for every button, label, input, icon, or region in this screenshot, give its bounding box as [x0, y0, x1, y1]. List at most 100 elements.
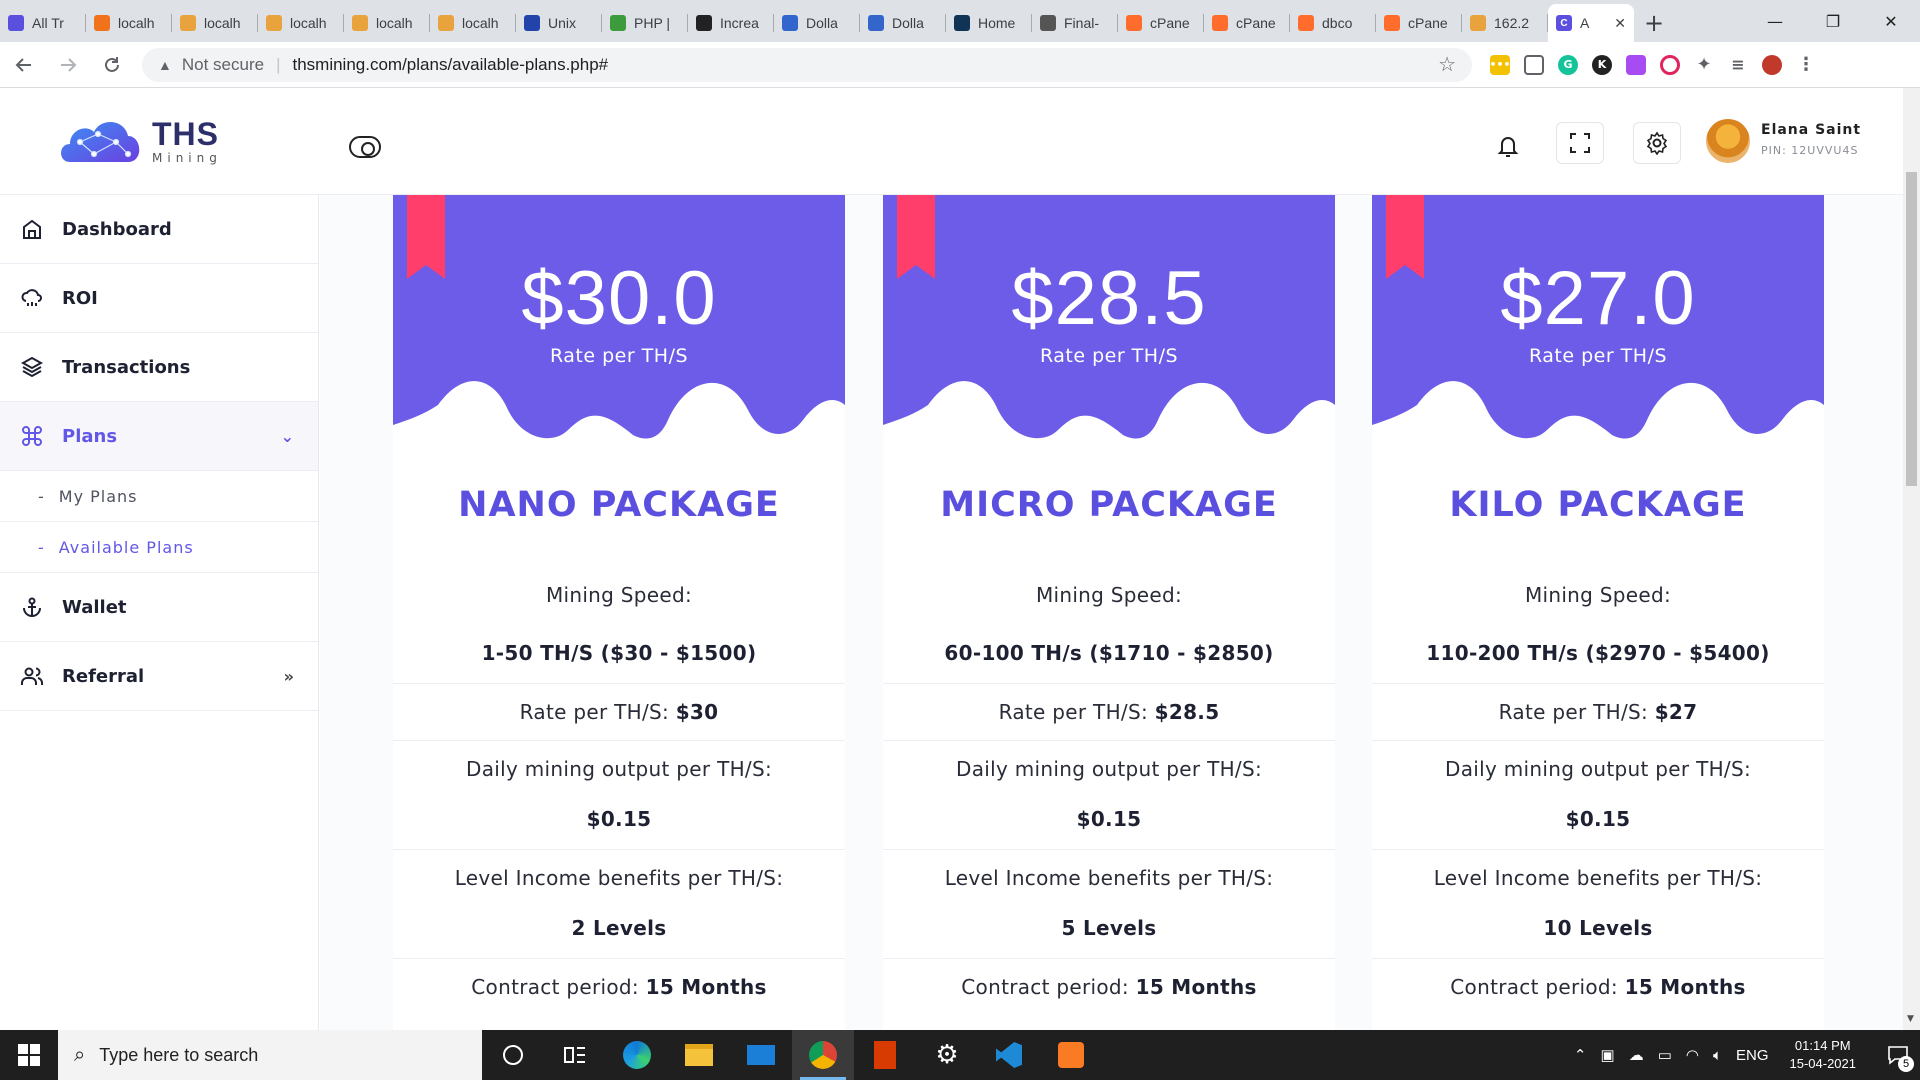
tab-favicon [782, 15, 798, 31]
forward-button[interactable] [48, 45, 88, 85]
feature-value: $0.15 [1565, 807, 1631, 831]
feature-value: 15 Months [645, 975, 767, 999]
scroll-down-arrow-icon[interactable]: ▼ [1907, 1014, 1914, 1024]
wave-decoration [883, 381, 1335, 455]
tab-favicon [266, 15, 282, 31]
extension-k-icon[interactable]: K [1592, 54, 1612, 75]
close-window-button[interactable]: ✕ [1862, 0, 1920, 42]
cortana-icon[interactable] [482, 1030, 544, 1080]
notification-bell-icon[interactable] [1490, 128, 1526, 164]
profile-avatar[interactable] [1762, 54, 1782, 75]
browser-tab[interactable]: Final- [1032, 4, 1118, 42]
sidebar-subitem-available-plans[interactable]: - Available Plans [0, 522, 318, 573]
edge-icon[interactable] [606, 1030, 668, 1080]
device-icon[interactable]: ▣ [1601, 1046, 1615, 1064]
browser-tab[interactable]: localh [344, 4, 430, 42]
sidebar-item-plans[interactable]: Plans ⌄ [0, 402, 318, 471]
sidebar-subitem-label: My Plans [58, 486, 138, 506]
task-view-icon[interactable] [544, 1030, 606, 1080]
extension-purple-icon[interactable] [1626, 54, 1646, 75]
reload-button[interactable] [92, 45, 132, 85]
browser-tab[interactable]: Home [946, 4, 1032, 42]
tab-label: localh [204, 15, 241, 31]
scrollbar-thumb[interactable] [1906, 172, 1917, 486]
reading-list-icon[interactable]: ≡ [1728, 55, 1748, 75]
chrome-icon[interactable] [792, 1030, 854, 1080]
back-button[interactable] [4, 45, 44, 85]
taskbar-search[interactable]: ⌕ Type here to search [58, 1030, 482, 1080]
notification-center-button[interactable]: 5 [1876, 1030, 1920, 1080]
tab-label: cPane [1236, 15, 1276, 31]
sidebar-item-dashboard[interactable]: Dashboard [0, 195, 318, 264]
browser-tab[interactable]: dbco [1290, 4, 1376, 42]
browser-tab[interactable]: cPane [1204, 4, 1290, 42]
browser-tab[interactable]: Increa [688, 4, 774, 42]
new-tab-button[interactable]: + [1634, 4, 1674, 42]
tab-active[interactable]: C A ✕ [1548, 4, 1634, 42]
browser-tab[interactable]: Dolla [860, 4, 946, 42]
start-button[interactable] [0, 1030, 58, 1080]
sidebar-item-transactions[interactable]: Transactions [0, 333, 318, 402]
omnibox[interactable]: ▲ Not secure | thsmining.com/plans/avail… [142, 47, 1472, 82]
browser-tab[interactable]: localh [172, 4, 258, 42]
windows-taskbar: ⌕ Type here to search ⚙ ⌃ ▣ ☁ ▭ ◠ 🔈︎ ENG… [0, 1030, 1920, 1080]
extension-document-icon[interactable] [1524, 54, 1544, 75]
settings-button[interactable] [1633, 122, 1681, 164]
feature-label: Level Income benefits per TH/S: [1433, 866, 1763, 890]
browser-tab[interactable]: localh [430, 4, 516, 42]
logo[interactable]: THS Mining [56, 110, 222, 172]
sidebar-item-wallet[interactable]: Wallet [0, 573, 318, 642]
mail-icon[interactable] [730, 1030, 792, 1080]
browser-tab[interactable]: PHP | [602, 4, 688, 42]
browser-tab[interactable]: localh [258, 4, 344, 42]
back-arrow-icon [15, 57, 31, 72]
onedrive-cloud-icon[interactable]: ☁ [1629, 1046, 1644, 1064]
user-name[interactable]: Elana Saint [1761, 122, 1861, 138]
browser-tab[interactable]: cPane [1376, 4, 1462, 42]
file-explorer-icon[interactable] [668, 1030, 730, 1080]
browser-tab[interactable]: localh [86, 4, 172, 42]
browser-tab[interactable]: cPane [1118, 4, 1204, 42]
minimize-button[interactable]: — [1746, 0, 1804, 42]
clock[interactable]: 01:14 PM 15-04-2021 [1790, 1037, 1857, 1073]
sidebar-subitem-my-plans[interactable]: - My Plans [0, 471, 318, 522]
bookmark-star-icon[interactable]: ☆ [1438, 52, 1456, 77]
xampp-icon[interactable] [1040, 1030, 1102, 1080]
grammarly-icon[interactable]: G [1558, 54, 1578, 75]
volume-icon[interactable]: 🔈︎ [1713, 1047, 1722, 1064]
tab-label: Unix [548, 15, 577, 31]
sidebar-item-referral[interactable]: Referral » [0, 642, 318, 711]
vscode-icon[interactable] [978, 1030, 1040, 1080]
extension-icon[interactable]: ••• [1489, 54, 1511, 75]
tab-favicon [524, 15, 540, 31]
battery-icon[interactable]: ▭ [1658, 1046, 1672, 1064]
extension-red-icon[interactable] [1660, 54, 1680, 75]
restore-button[interactable]: ❐ [1804, 0, 1862, 42]
show-hidden-icons[interactable]: ⌃ [1574, 1046, 1587, 1064]
url-text[interactable]: thsmining.com/plans/available-plans.php# [292, 55, 608, 75]
tab-label: localh [290, 15, 327, 31]
chevron-right-double-icon[interactable]: » [284, 667, 294, 686]
browser-menu-icon[interactable]: ⋮ [1796, 54, 1816, 75]
browser-tab[interactable]: Dolla [774, 4, 860, 42]
settings-gear-icon[interactable]: ⚙ [916, 1030, 978, 1080]
close-tab-icon[interactable]: ✕ [1614, 15, 1626, 32]
plan-feature-rate: Rate per TH/S: $30 [393, 684, 845, 741]
user-avatar[interactable] [1706, 119, 1750, 163]
chevron-down-icon[interactable]: ⌄ [281, 427, 294, 446]
language-indicator[interactable]: ENG [1736, 1047, 1769, 1064]
browser-tab[interactable]: 162.2 [1462, 4, 1548, 42]
browser-tab[interactable]: All Tr [0, 4, 86, 42]
tab-favicon [1384, 15, 1400, 31]
office-icon[interactable] [854, 1030, 916, 1080]
fullscreen-button[interactable] [1556, 122, 1604, 164]
wifi-icon[interactable]: ◠ [1686, 1046, 1699, 1064]
sidebar-item-roi[interactable]: ROI [0, 264, 318, 333]
page-scrollbar[interactable]: ▼ [1903, 88, 1920, 1030]
reload-icon [105, 56, 119, 72]
sidebar-toggle-icon[interactable] [349, 136, 381, 158]
plan-feature-output: Daily mining output per TH/S: $0.15 [883, 741, 1335, 850]
browser-tab[interactable]: Unix [516, 4, 602, 42]
plan-feature-level: Level Income benefits per TH/S: 10 Levels [1372, 850, 1824, 959]
puzzle-icon[interactable]: ✦ [1694, 54, 1714, 75]
